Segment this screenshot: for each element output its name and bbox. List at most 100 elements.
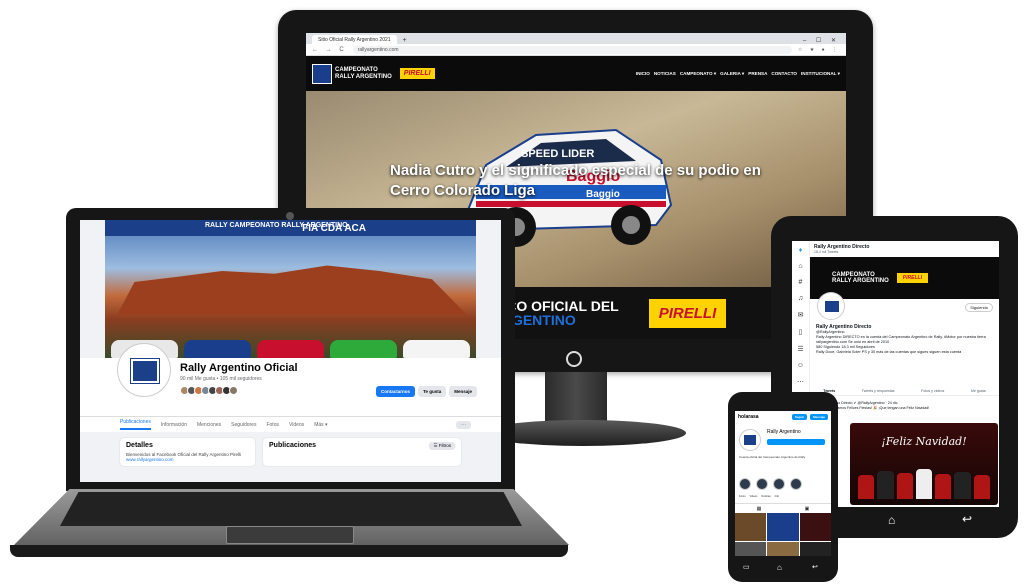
tablet-home-icon[interactable]: ⌂ <box>888 513 895 527</box>
fb-cover-photo[interactable]: RALLY CAMPEONATO RALLY ARGENTINO FIA CDA… <box>105 220 476 358</box>
ig-highlight-label: Fotos <box>739 495 746 498</box>
notifications-icon[interactable]: ♫ <box>798 295 803 302</box>
mini-car <box>257 340 324 358</box>
site-logo-text[interactable]: CAMPEONATO RALLY ARGENTINO <box>335 67 392 81</box>
ig-follow-bar[interactable] <box>767 439 825 445</box>
phone-menu-icon[interactable]: ▭ <box>743 563 750 571</box>
ig-highlight[interactable] <box>790 478 802 490</box>
fb-cover-title: RALLY CAMPEONATO RALLY ARGENTINO <box>105 220 476 236</box>
ig-photo[interactable] <box>735 542 767 556</box>
twitter-banner[interactable]: CAMPEONATO RALLY ARGENTINO PIRELLI <box>810 257 999 299</box>
nav-prensa[interactable]: PRENSA <box>748 71 767 77</box>
contact-button[interactable]: Contactarnos <box>376 386 416 397</box>
tab-likes[interactable]: Me gusta <box>971 389 986 393</box>
phone-back-icon[interactable]: ↩ <box>812 563 818 571</box>
fb-action-buttons: Contactarnos Te gusta Mensaje <box>376 386 477 397</box>
mini-car <box>403 340 470 358</box>
tab-informacion[interactable]: Información <box>161 422 187 428</box>
nav-inicio[interactable]: INICIO <box>636 71 650 77</box>
laptop-keyboard <box>60 492 522 526</box>
extension-icons[interactable]: ☆ ★ ● ⋮ <box>798 47 840 53</box>
ig-photo[interactable] <box>799 513 831 541</box>
window-controls[interactable]: – ☐ ✕ <box>803 37 846 44</box>
tweet-image[interactable]: ¡Feliz Navidad! <box>850 423 998 505</box>
twitter-tabs: Tweets Tweets y respuestas Fotos y video… <box>810 389 999 396</box>
browser-tab[interactable]: Sitio Oficial Rally Argentino 2021 <box>312 35 397 44</box>
nav-contacto[interactable]: CONTACTO <box>771 71 797 77</box>
rally-logo-icon <box>744 435 756 445</box>
person-shape <box>935 474 952 499</box>
laptop-screen: RALLY CAMPEONATO RALLY ARGENTINO FIA CDA… <box>80 220 501 482</box>
twitter-bird-icon[interactable]: ♦ <box>799 247 803 254</box>
ig-highlight-label: Noticias <box>761 495 771 498</box>
ig-highlight[interactable] <box>773 478 785 490</box>
like-button[interactable]: Te gusta <box>418 386 447 397</box>
fb-tab-bar: Publicaciones Información Menciones Segu… <box>80 416 501 432</box>
tab-publicaciones[interactable]: Publicaciones <box>120 419 151 430</box>
ig-photo[interactable] <box>767 513 799 541</box>
phone-screen: holarasa Seguir Mensaje Rally Argentino … <box>735 411 831 556</box>
tab-fotos[interactable]: Fotos <box>266 422 279 428</box>
messages-icon[interactable]: ✉ <box>798 311 804 319</box>
fb-page-name: Rally Argentino Oficial <box>180 362 298 374</box>
ig-follow-button[interactable]: Seguir <box>791 414 808 420</box>
tagged-icon[interactable]: ▣ <box>805 506 810 512</box>
browser-tab-strip: Sitio Oficial Rally Argentino 2021 + – ☐… <box>306 33 846 44</box>
ig-message-button[interactable]: Mensaje <box>810 414 828 420</box>
tab-tweets-replies[interactable]: Tweets y respuestas <box>862 389 895 393</box>
phone-home-icon[interactable]: ⌂ <box>777 563 782 572</box>
more-options-button[interactable]: ··· <box>456 420 471 429</box>
lists-icon[interactable]: ☰ <box>797 345 803 353</box>
ig-photo[interactable] <box>799 542 831 556</box>
hero-headline[interactable]: Nadia Cutro y el significado especial de… <box>390 161 790 201</box>
ig-highlight-labels: Fotos Videos Noticias Info <box>735 495 831 503</box>
ig-avatar[interactable] <box>739 429 761 451</box>
tablet-back-icon[interactable]: ↩ <box>962 512 972 526</box>
posts-heading: Publicaciones <box>269 442 317 449</box>
tab-mas[interactable]: Más ▾ <box>314 422 327 428</box>
tab-videos[interactable]: Videos <box>289 422 304 428</box>
details-link[interactable]: www.rallyargentino.com <box>126 457 249 462</box>
following-button[interactable]: Siguiendo <box>965 303 993 312</box>
filter-button[interactable]: ☰ Filtros <box>429 442 455 450</box>
new-tab-icon[interactable]: + <box>403 37 407 44</box>
tweet[interactable]: Rally Argentino Directo ✔ @RallyArgentin… <box>816 401 995 411</box>
ig-highlight-label: Videos <box>749 495 758 498</box>
car-livery-1: SPEED LIDER <box>521 148 594 160</box>
address-bar[interactable]: rallyargentino.com <box>352 45 792 54</box>
message-button[interactable]: Mensaje <box>449 386 477 397</box>
nav-galeria[interactable]: GALERIA ▾ <box>720 71 744 77</box>
twitter-avatar[interactable] <box>818 293 844 319</box>
home-icon[interactable]: ⌂ <box>798 263 802 270</box>
rally-logo-icon[interactable] <box>312 63 332 84</box>
nav-noticias[interactable]: NOTICIAS <box>654 71 676 77</box>
ig-highlight[interactable] <box>756 478 768 490</box>
tab-media[interactable]: Fotos y videos <box>921 389 944 393</box>
rally-logo-icon <box>130 358 160 384</box>
tab-seguidores[interactable]: Seguidores <box>231 422 256 428</box>
nav-institucional[interactable]: INSTITUCIONAL ▾ <box>801 71 840 77</box>
laptop-trackpad <box>226 526 354 544</box>
monitor-power-icon <box>566 351 582 367</box>
more-icon[interactable]: ⋯ <box>797 378 804 386</box>
fb-body: Detalles Bienvenidos al Facebook Oficial… <box>80 432 501 472</box>
mini-car <box>330 340 397 358</box>
top-tweet-count: 18,4 mil Tweets <box>814 250 839 254</box>
person-shape <box>877 471 894 499</box>
ig-photo[interactable] <box>767 542 799 556</box>
ig-tabs: ▦ ▣ <box>735 503 831 513</box>
profile-icon[interactable]: ☺ <box>797 362 804 369</box>
bookmarks-icon[interactable]: ▯ <box>799 328 803 336</box>
tab-menciones[interactable]: Menciones <box>197 422 221 428</box>
nav-campeonato[interactable]: CAMPEONATO ▾ <box>680 71 716 77</box>
explore-icon[interactable]: # <box>799 279 803 286</box>
grid-icon[interactable]: ▦ <box>757 506 762 512</box>
browser-nav-icons[interactable]: ← → C <box>312 47 347 53</box>
fb-page-stats: 90 mil Me gusta • 105 mil seguidores <box>180 376 262 382</box>
ig-highlight[interactable] <box>739 478 751 490</box>
ig-highlights <box>735 473 831 495</box>
ig-photo[interactable] <box>735 513 767 541</box>
tweet-text: 🎄 ¡Les deseamos Felices Fiestas! 🎉 ¡Que … <box>816 406 930 410</box>
fb-profile-header: Rally Argentino Oficial 90 mil Me gusta … <box>80 344 501 416</box>
fb-avatar[interactable] <box>118 344 170 396</box>
